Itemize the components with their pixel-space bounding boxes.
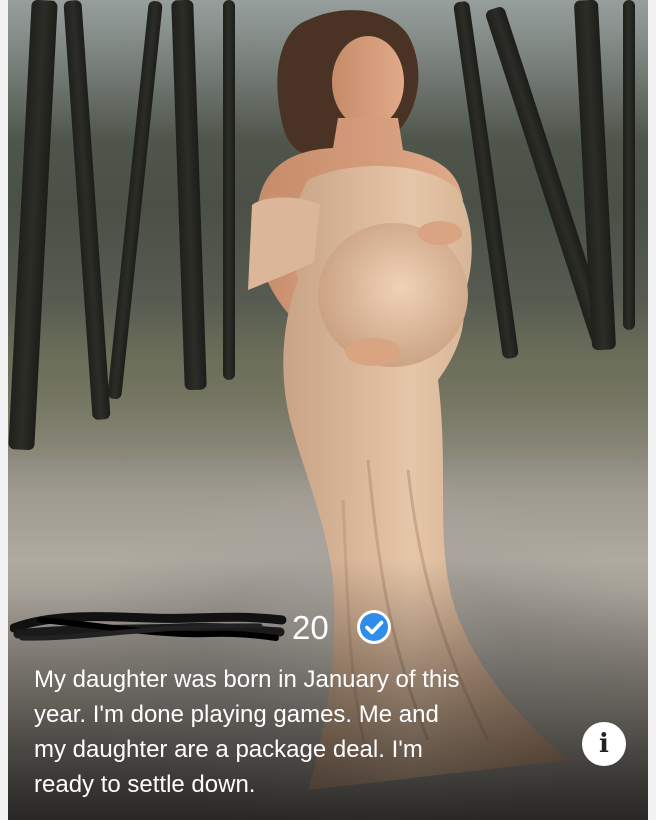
verified-check-icon [357, 610, 391, 644]
info-icon: i [599, 729, 609, 759]
name-redaction-scribble [10, 612, 287, 641]
profile-bio: My daughter was born in January of this … [34, 666, 460, 798]
info-button[interactable]: i [582, 722, 626, 766]
profile-card[interactable]: 20 My daughter was born in January of th… [8, 0, 648, 820]
profile-age: 20 [292, 609, 329, 646]
